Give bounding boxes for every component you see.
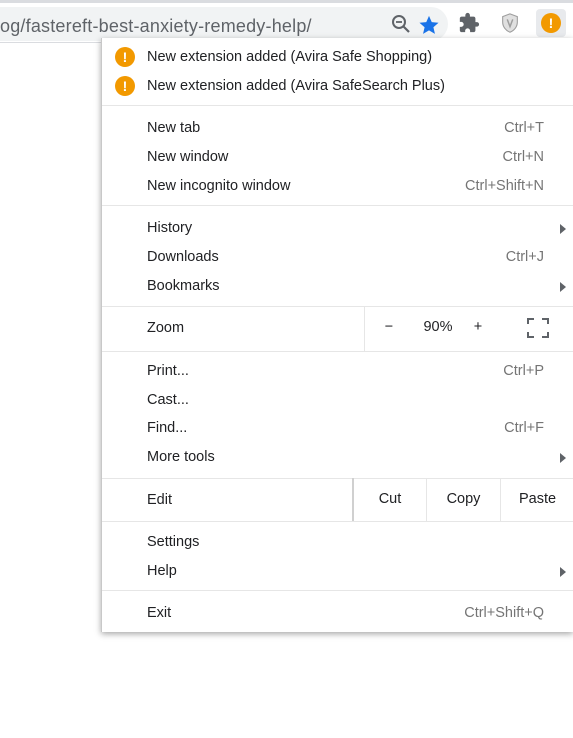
warning-icon: !: [115, 76, 135, 96]
menu-separator: [102, 205, 573, 206]
notification-label: New extension added (Avira SafeSearch Pl…: [147, 78, 445, 94]
menu-item-shortcut: Ctrl+T: [504, 120, 544, 136]
menu-item-new-incognito-window[interactable]: New incognito window Ctrl+Shift+N: [102, 172, 573, 201]
menu-item-shortcut: Ctrl+Shift+Q: [464, 605, 544, 621]
menu-item-label: More tools: [147, 449, 215, 465]
menu-item-label: New tab: [147, 120, 201, 136]
menu-item-downloads[interactable]: Downloads Ctrl+J: [102, 243, 573, 272]
zoom-controls: − 90% +: [364, 306, 573, 351]
zoom-label: Zoom: [147, 320, 185, 336]
menu-item-shortcut: Ctrl+F: [504, 420, 544, 436]
alert-menu-button[interactable]: !: [536, 9, 566, 37]
menu-item-history[interactable]: History: [102, 214, 573, 243]
submenu-arrow-icon: [560, 453, 566, 463]
menu-item-label: Settings: [147, 534, 200, 550]
chrome-app-menu: ! New extension added (Avira Safe Shoppi…: [101, 38, 573, 632]
menu-item-settings[interactable]: Settings: [102, 528, 573, 557]
notification-avira-safe-shopping[interactable]: ! New extension added (Avira Safe Shoppi…: [102, 43, 573, 72]
menu-item-new-tab[interactable]: New tab Ctrl+T: [102, 114, 573, 143]
avira-shield-icon[interactable]: [499, 12, 521, 34]
zoom-out-icon[interactable]: [391, 14, 411, 34]
bookmark-star-icon[interactable]: [418, 14, 439, 34]
menu-item-find[interactable]: Find... Ctrl+F: [102, 414, 573, 443]
copy-button[interactable]: Copy: [426, 478, 500, 521]
menu-item-print[interactable]: Print... Ctrl+P: [102, 357, 573, 386]
address-bar[interactable]: og/fastereft-best-anxiety-remedy-help/: [0, 7, 448, 41]
alert-menu-icon: !: [541, 13, 561, 33]
notification-label: New extension added (Avira Safe Shopping…: [147, 49, 433, 65]
cut-button[interactable]: Cut: [352, 478, 426, 521]
menu-item-label: Help: [147, 563, 177, 579]
warning-icon: !: [115, 47, 135, 67]
menu-item-zoom: Zoom − 90% +: [102, 306, 573, 351]
zoom-in-button[interactable]: +: [471, 319, 485, 335]
menu-item-label: Exit: [147, 605, 172, 621]
menu-item-bookmarks[interactable]: Bookmarks: [102, 272, 573, 301]
menu-separator: [102, 590, 573, 591]
menu-item-label: New window: [147, 149, 229, 165]
zoom-level: 90%: [423, 319, 453, 335]
menu-item-new-window[interactable]: New window Ctrl+N: [102, 143, 573, 172]
menu-item-label: Downloads: [147, 249, 219, 265]
submenu-arrow-icon: [560, 567, 566, 577]
submenu-arrow-icon: [560, 282, 566, 292]
puzzle-extension-icon[interactable]: [458, 12, 480, 34]
menu-item-shortcut: Ctrl+J: [505, 249, 544, 265]
notification-avira-safesearch-plus[interactable]: ! New extension added (Avira SafeSearch …: [102, 72, 573, 101]
menu-item-edit: Edit Cut Copy Paste: [102, 478, 573, 521]
menu-item-label: New incognito window: [147, 178, 291, 194]
address-bar-url[interactable]: og/fastereft-best-anxiety-remedy-help/: [0, 16, 312, 37]
menu-item-cast[interactable]: Cast...: [102, 386, 573, 415]
fullscreen-icon[interactable]: [527, 318, 549, 338]
menu-item-label: Find...: [147, 420, 188, 436]
zoom-out-button[interactable]: −: [382, 319, 396, 335]
menu-separator: [102, 521, 573, 522]
submenu-arrow-icon: [560, 224, 566, 234]
menu-item-shortcut: Ctrl+N: [502, 149, 545, 165]
menu-item-label: History: [147, 220, 193, 236]
browser-toolbar: og/fastereft-best-anxiety-remedy-help/ !: [0, 3, 573, 43]
menu-item-shortcut: Ctrl+Shift+N: [465, 178, 544, 194]
edit-label: Edit: [147, 492, 172, 508]
menu-separator: [102, 105, 573, 106]
menu-item-label: Cast...: [147, 392, 189, 408]
menu-item-shortcut: Ctrl+P: [503, 363, 544, 379]
menu-item-label: Bookmarks: [147, 278, 220, 294]
menu-item-more-tools[interactable]: More tools: [102, 443, 573, 472]
menu-item-help[interactable]: Help: [102, 557, 573, 586]
menu-item-exit[interactable]: Exit Ctrl+Shift+Q: [102, 599, 573, 628]
menu-separator: [102, 351, 573, 352]
paste-button[interactable]: Paste: [500, 478, 573, 521]
menu-item-label: Print...: [147, 363, 189, 379]
